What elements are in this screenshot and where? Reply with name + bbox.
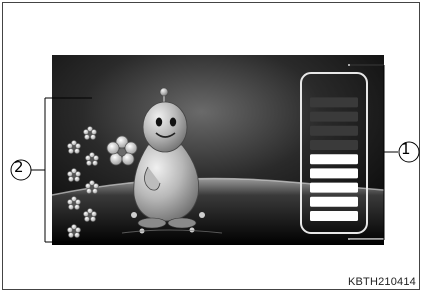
callout-1-label: ①1 [401,140,411,158]
leader-lines [10,64,420,243]
callout-2-label: ②2 [14,158,24,176]
figure-code: KBTH210414 [347,276,416,288]
